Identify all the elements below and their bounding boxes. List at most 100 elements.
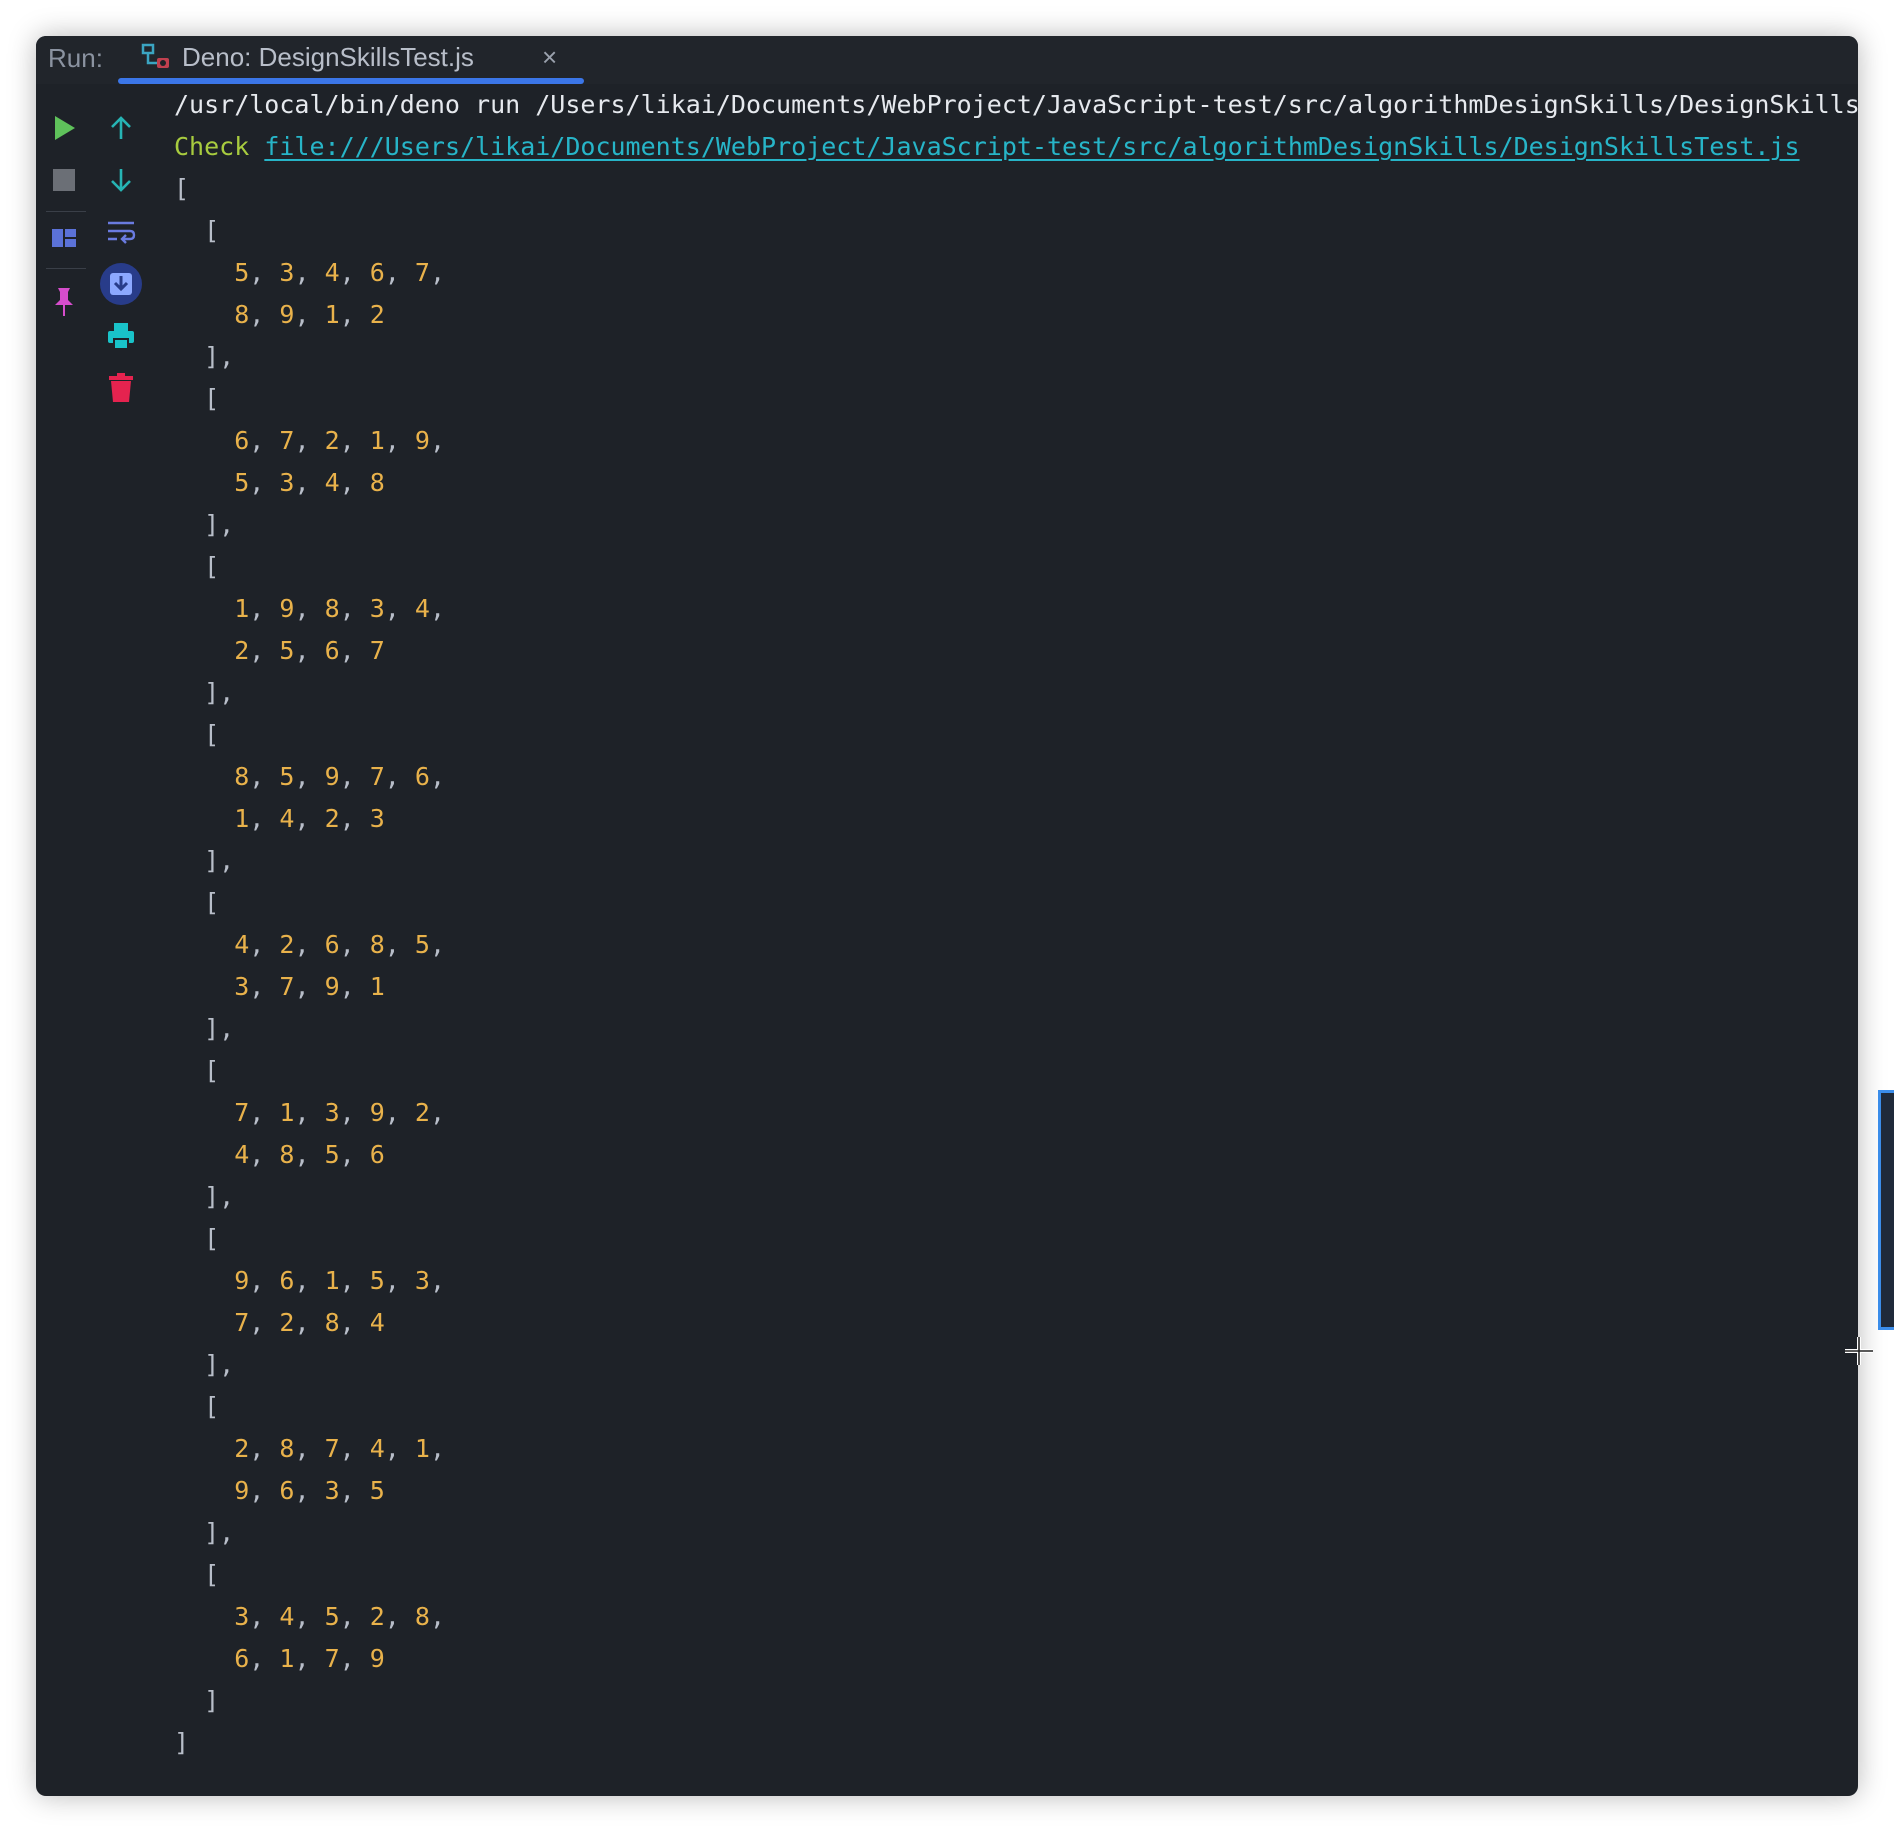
- move-cursor-icon: [1844, 1336, 1874, 1366]
- array-value: 2: [234, 636, 250, 665]
- array-value: 7: [279, 972, 295, 1001]
- array-value: 4: [279, 1602, 295, 1631]
- array-values-line: 6, 7, 2, 1, 9,: [234, 426, 446, 455]
- up-arrow-icon[interactable]: [99, 106, 143, 150]
- scroll-marker[interactable]: [1878, 1090, 1894, 1330]
- array-value: 3: [369, 594, 385, 623]
- trash-icon[interactable]: [99, 366, 143, 410]
- array-values-line: 1, 4, 2, 3: [234, 804, 385, 833]
- array-values-line: 5, 3, 4, 8: [234, 468, 385, 497]
- array-value: 9: [414, 426, 430, 455]
- array-values-line: 6, 1, 7, 9: [234, 1644, 385, 1673]
- array-values-line: 7, 1, 3, 9, 2,: [234, 1098, 446, 1127]
- array-value: 3: [414, 1266, 430, 1295]
- array-open-bracket: [: [174, 384, 220, 413]
- array-close-bracket: ],: [174, 846, 235, 875]
- array-open-bracket: [: [174, 1224, 220, 1253]
- array-values-line: 9, 6, 1, 5, 3,: [234, 1266, 446, 1295]
- array-value: 5: [369, 1266, 385, 1295]
- array-value: 7: [369, 636, 385, 665]
- array-value: 9: [369, 1098, 385, 1127]
- layout-icon[interactable]: [42, 216, 86, 260]
- array-value: 9: [369, 1644, 385, 1673]
- array-values-line: 3, 4, 5, 2, 8,: [234, 1602, 446, 1631]
- array-value: 5: [324, 1140, 340, 1169]
- array-value: 9: [324, 762, 340, 791]
- array-value: 3: [234, 1602, 250, 1631]
- array-value: 7: [414, 258, 430, 287]
- soft-wrap-icon[interactable]: [99, 210, 143, 254]
- deno-config-icon: [141, 41, 173, 73]
- array-values-line: 4, 8, 5, 6: [234, 1140, 385, 1169]
- array-values-line: 5, 3, 4, 6, 7,: [234, 258, 446, 287]
- check-label: Check: [174, 132, 250, 161]
- array-value: 6: [234, 1644, 250, 1673]
- array-value: 3: [324, 1476, 340, 1505]
- array-value: 6: [369, 258, 385, 287]
- array-close-bracket: ],: [174, 510, 235, 539]
- array-value: 5: [324, 1602, 340, 1631]
- array-value: 7: [369, 762, 385, 791]
- array-value: 5: [279, 762, 295, 791]
- array-open-bracket: [: [174, 720, 220, 749]
- run-command: /usr/local/bin/deno run /Users/likai/Doc…: [174, 90, 1858, 119]
- run-icon[interactable]: [42, 106, 86, 150]
- array-value: 3: [279, 468, 295, 497]
- pin-icon[interactable]: [42, 280, 86, 324]
- array-open-bracket: [: [174, 1056, 220, 1085]
- array-value: 8: [279, 1434, 295, 1463]
- array-value: 6: [279, 1266, 295, 1295]
- tab-deno-designskillstest[interactable]: Deno: DesignSkillsTest.js ×: [118, 36, 584, 84]
- array-values-line: 4, 2, 6, 8, 5,: [234, 930, 446, 959]
- outer-open-bracket: [: [174, 174, 190, 203]
- run-label: Run:: [48, 43, 103, 73]
- console-output[interactable]: /usr/local/bin/deno run /Users/likai/Doc…: [174, 86, 1858, 1796]
- array-value: 4: [369, 1308, 385, 1337]
- array-close-bracket: ],: [174, 342, 235, 371]
- array-value: 6: [369, 1140, 385, 1169]
- array-value: 5: [414, 930, 430, 959]
- scroll-to-end-icon[interactable]: [99, 262, 143, 306]
- array-value: 1: [234, 594, 250, 623]
- array-value: 5: [279, 636, 295, 665]
- outer-close-bracket: ]: [174, 1728, 190, 1757]
- array-value: 2: [324, 804, 340, 833]
- array-value: 8: [414, 1602, 430, 1631]
- array-value: 2: [324, 426, 340, 455]
- array-value: 2: [279, 1308, 295, 1337]
- array-value: 3: [279, 258, 295, 287]
- array-value: 8: [234, 762, 250, 791]
- array-values-line: 8, 5, 9, 7, 6,: [234, 762, 446, 791]
- array-value: 2: [369, 300, 385, 329]
- array-close-bracket: ],: [174, 1350, 235, 1379]
- stop-icon[interactable]: [42, 158, 86, 202]
- array-value: 7: [324, 1644, 340, 1673]
- array-open-bracket: [: [174, 552, 220, 581]
- array-value: 2: [369, 1602, 385, 1631]
- array-value: 1: [234, 804, 250, 833]
- array-value: 2: [414, 1098, 430, 1127]
- array-open-bracket: [: [174, 1392, 220, 1421]
- check-file-link[interactable]: file:///Users/likai/Documents/WebProject…: [264, 132, 1799, 161]
- close-icon[interactable]: ×: [542, 42, 557, 73]
- array-values-line: 8, 9, 1, 2: [234, 300, 385, 329]
- array-open-bracket: [: [174, 216, 220, 245]
- array-value: 7: [279, 426, 295, 455]
- array-value: 9: [279, 594, 295, 623]
- array-close-bracket: ],: [174, 1182, 235, 1211]
- print-icon[interactable]: [99, 314, 143, 358]
- array-value: 4: [414, 594, 430, 623]
- array-value: 6: [324, 636, 340, 665]
- array-value: 9: [324, 972, 340, 1001]
- array-value: 4: [234, 930, 250, 959]
- down-arrow-icon[interactable]: [99, 158, 143, 202]
- array-value: 8: [369, 468, 385, 497]
- array-value: 1: [414, 1434, 430, 1463]
- array-values-line: 7, 2, 8, 4: [234, 1308, 385, 1337]
- array-value: 6: [414, 762, 430, 791]
- array-value: 1: [369, 972, 385, 1001]
- array-value: 1: [324, 300, 340, 329]
- array-value: 8: [369, 930, 385, 959]
- array-value: 5: [234, 468, 250, 497]
- array-value: 3: [369, 804, 385, 833]
